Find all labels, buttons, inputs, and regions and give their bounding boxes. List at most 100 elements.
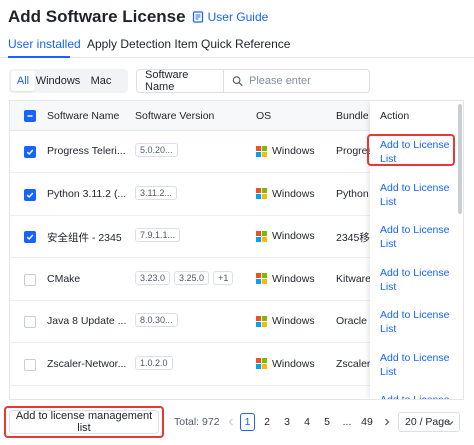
page-button[interactable]: 3 <box>280 413 294 431</box>
check-icon <box>26 234 34 240</box>
os-name: Windows <box>272 187 315 200</box>
column-software-name: Software Name <box>47 110 120 122</box>
version-tag: 3.23.0 <box>135 270 171 285</box>
os-name: Windows <box>272 315 315 327</box>
row-checkbox[interactable] <box>24 231 36 243</box>
software-version: 8.0.30... <box>135 313 182 327</box>
add-to-license-list-link[interactable]: Add to License List <box>380 181 450 209</box>
version-tag: 7.9.1.1... <box>135 228 181 242</box>
os-name: Windows <box>272 272 315 285</box>
os-filter: All Windows Mac <box>9 69 128 93</box>
row-checkbox[interactable] <box>24 188 36 201</box>
software-name: 安全组件 - 2345 <box>47 232 122 244</box>
version-tag: 5.0.20... <box>135 143 178 157</box>
footer: Add to license management list Total: 97… <box>0 404 474 445</box>
user-guide-link[interactable]: User Guide <box>192 10 269 24</box>
bundle-id: Kitware <box>336 272 370 285</box>
tab-bar: User installed Apply Detection Item Quic… <box>0 32 474 58</box>
add-to-license-management-button[interactable]: Add to license management list <box>9 410 159 434</box>
highlight-first-action <box>367 134 455 166</box>
windows-icon <box>256 145 267 157</box>
os-cell: Windows <box>256 358 315 370</box>
software-version: 3.23.0 3.25.0 +1 <box>135 270 237 285</box>
add-to-license-list-link[interactable]: Add to License List <box>380 308 450 336</box>
page-button[interactable]: 4 <box>300 413 314 431</box>
tab-user-installed[interactable]: User installed <box>8 37 81 51</box>
search-input[interactable] <box>249 75 369 87</box>
version-tag: 3.25.0 <box>174 270 210 285</box>
os-filter-mac[interactable]: Mac <box>81 71 121 91</box>
column-bundle-id: BundleID <box>336 110 368 122</box>
page-title: Add Software License <box>8 7 186 26</box>
os-cell: Windows <box>256 145 315 157</box>
bundle-id: Python S <box>336 187 370 200</box>
page-size-value: 20 / Page <box>405 416 450 428</box>
header: Add Software License User Guide <box>8 6 268 28</box>
column-os: OS <box>256 110 272 122</box>
version-tag: 3.11.2... <box>135 185 177 200</box>
add-to-license-list-link[interactable]: Add to License List <box>380 266 450 294</box>
bundle-id: Progress <box>336 145 370 157</box>
check-icon <box>26 192 34 198</box>
chevron-right-icon <box>385 418 390 426</box>
next-page-button[interactable] <box>380 413 394 431</box>
column-software-version: Software Version <box>135 110 215 122</box>
bundle-id: Zscaler <box>336 357 370 370</box>
page-button[interactable]: 2 <box>260 413 274 431</box>
row-checkbox[interactable] <box>24 316 36 328</box>
os-cell: Windows <box>256 230 315 242</box>
add-to-license-list-link[interactable]: Add to License List <box>380 393 450 399</box>
windows-icon <box>256 358 267 369</box>
user-guide-label: User Guide <box>207 10 269 24</box>
os-cell: Windows <box>256 188 315 200</box>
windows-icon <box>256 230 267 242</box>
column-action: Action <box>380 110 410 122</box>
os-name: Windows <box>272 357 315 370</box>
select-all-checkbox[interactable] <box>24 110 36 122</box>
row-checkbox[interactable] <box>24 146 36 158</box>
add-to-license-list-link[interactable]: Add to License List <box>380 223 450 251</box>
search-icon <box>232 76 243 86</box>
check-icon <box>26 149 34 155</box>
software-name: Progress Teleri... <box>47 145 126 157</box>
active-tab-indicator <box>8 56 70 58</box>
row-checkbox[interactable] <box>24 273 36 286</box>
chevron-left-icon <box>228 418 233 426</box>
version-tag: 1.0.2.0 <box>135 355 173 370</box>
bundle-id: Oracle Co <box>336 315 370 327</box>
page-button[interactable]: 5 <box>320 413 334 431</box>
software-name: Java 8 Update ... <box>47 315 127 327</box>
table-scrollbar[interactable] <box>458 104 462 214</box>
indeterminate-icon <box>27 115 33 117</box>
row-checkbox[interactable] <box>24 358 36 371</box>
software-version: 7.9.1.1... <box>135 228 184 242</box>
page-button[interactable]: 1 <box>240 413 255 431</box>
page-size-select[interactable]: 20 / Page <box>398 412 460 432</box>
prev-page-button[interactable] <box>224 413 238 431</box>
chevron-down-icon <box>446 421 454 426</box>
tab-detection-item-reference[interactable]: Apply Detection Item Quick Reference <box>87 37 290 51</box>
windows-icon <box>256 273 267 284</box>
bundle-id: 2345移动 <box>336 232 370 244</box>
os-cell: Windows <box>256 273 315 285</box>
os-filter-windows[interactable]: Windows <box>35 71 81 91</box>
os-name: Windows <box>272 230 315 242</box>
page-ellipsis[interactable]: ... <box>340 413 354 431</box>
os-filter-all[interactable]: All <box>11 71 35 91</box>
software-version: 1.0.2.0 <box>135 355 177 370</box>
os-name: Windows <box>272 145 315 157</box>
software-name: CMake <box>47 272 81 285</box>
page-button[interactable]: 49 <box>360 413 374 431</box>
software-name: Python 3.11.2 (... <box>47 187 127 200</box>
software-version: 5.0.20... <box>135 143 182 157</box>
add-to-license-list-link[interactable]: Add to License List <box>380 351 450 379</box>
windows-icon <box>256 315 267 327</box>
more-versions-tag[interactable]: +1 <box>213 270 234 285</box>
windows-icon <box>256 188 267 199</box>
software-version: 3.11.2... <box>135 185 181 200</box>
search-box: Software Name <box>136 69 370 93</box>
os-cell: Windows <box>256 315 315 327</box>
software-name: Zscaler-Networ... <box>47 357 127 370</box>
user-guide-icon <box>192 11 203 23</box>
search-field-select[interactable]: Software Name <box>137 69 224 93</box>
